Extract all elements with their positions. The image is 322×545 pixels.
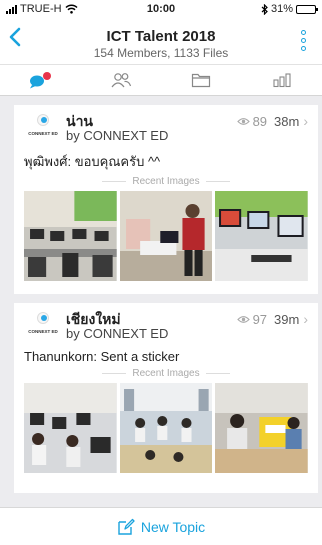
last-message: Thanunkorn: Sent a sticker (24, 349, 180, 364)
recent-images-label: Recent Images (14, 174, 318, 191)
image-thumbnail[interactable] (119, 383, 213, 473)
topic-card[interactable]: CONNEXT ED น่าน by CONNEXT ED 89 38m › พ… (14, 105, 318, 294)
tab-chats[interactable] (0, 65, 81, 95)
topic-card[interactable]: CONNEXT ED เชียงใหม่ by CONNEXT ED 97 39… (14, 303, 318, 493)
chat-bubbles-icon (30, 72, 52, 89)
chevron-right-icon: › (303, 113, 308, 129)
page-title: ICT Talent 2018 (106, 28, 216, 45)
new-topic-button[interactable]: New Topic (0, 507, 322, 545)
logo-mark-icon (37, 114, 49, 126)
last-message: พุฒิพงศ์: ขอบคุณครับ ^^ (24, 154, 161, 169)
members-icon (111, 73, 131, 88)
image-thumbnail[interactable] (215, 191, 309, 281)
battery-icon (296, 4, 318, 14)
more-button[interactable] (301, 30, 306, 51)
topic-meta: 97 39m › (236, 311, 308, 327)
topic-author: by CONNEXT ED (66, 128, 169, 143)
eye-icon (236, 315, 250, 323)
nav-bar: ICT Talent 2018 154 Members, 1133 Files (0, 20, 322, 64)
tab-bar (0, 64, 322, 96)
topic-meta: 89 38m › (236, 113, 308, 129)
topic-author: by CONNEXT ED (66, 326, 169, 341)
image-thumbnail[interactable] (215, 383, 309, 473)
eye-icon (236, 117, 250, 125)
logo-mark-icon (37, 312, 49, 324)
image-thumbnail[interactable] (119, 191, 213, 281)
group-logo: CONNEXT ED (28, 113, 58, 143)
group-stats: 154 Members, 1133 Files (93, 46, 229, 60)
status-bar: TRUE-H 10:00 31% (0, 0, 322, 20)
compose-icon (118, 518, 135, 535)
recent-images (14, 191, 318, 281)
recent-images (14, 383, 318, 473)
folder-icon (192, 73, 211, 88)
image-thumbnail[interactable] (24, 383, 117, 473)
stats-icon (273, 73, 291, 88)
group-logo: CONNEXT ED (28, 311, 58, 341)
tab-stats[interactable] (242, 65, 322, 95)
tab-members[interactable] (81, 65, 162, 95)
vertical-dots-icon (301, 30, 306, 35)
new-topic-label: New Topic (140, 518, 206, 535)
view-count: 97 (252, 311, 268, 327)
chevron-right-icon: › (303, 311, 308, 327)
topic-time: 38m (274, 113, 300, 129)
recent-images-label: Recent Images (14, 366, 318, 383)
topic-time: 39m (274, 311, 300, 327)
view-count: 89 (252, 113, 268, 129)
tab-files[interactable] (161, 65, 242, 95)
bluetooth-icon (261, 3, 268, 15)
image-thumbnail[interactable] (24, 191, 117, 281)
battery-percent: 31% (270, 3, 293, 15)
